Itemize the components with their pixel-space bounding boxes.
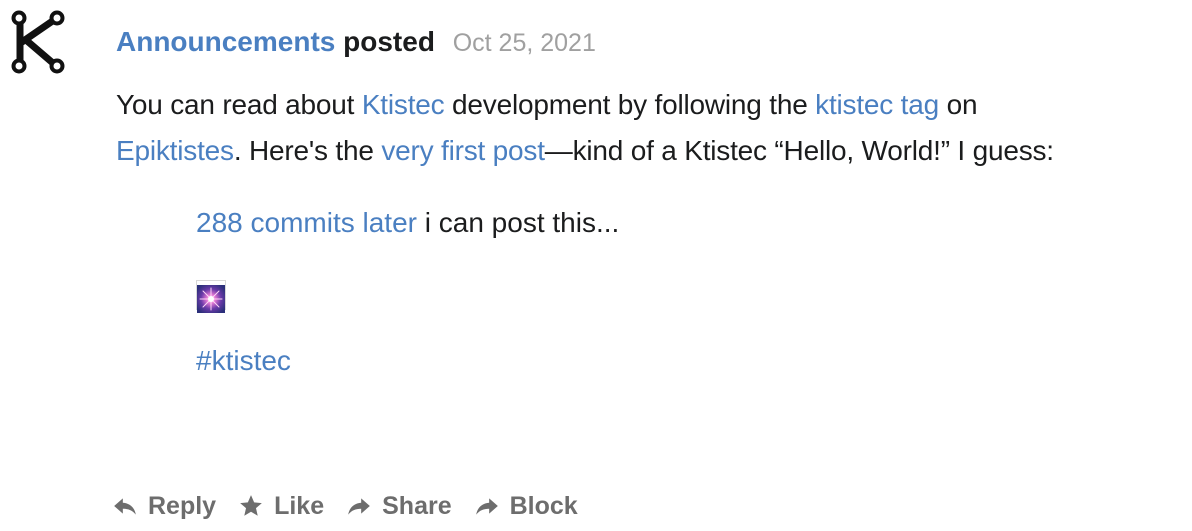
body-text: on — [939, 89, 978, 120]
block-icon — [475, 498, 498, 515]
epiktistes-link[interactable]: Epiktistes — [116, 135, 234, 166]
body-text: —kind of a Ktistec “Hello, World!” I gue… — [544, 135, 1054, 166]
quote-line: 288 commits later i can post this... — [196, 200, 1186, 246]
body-text: development by following the — [444, 89, 816, 120]
avatar[interactable] — [6, 10, 70, 74]
post-header: Announcements posted Oct 25, 2021 — [116, 22, 1186, 63]
share-button[interactable]: Share — [346, 491, 452, 521]
commits-link[interactable]: 288 commits later — [196, 207, 417, 238]
emoji-line — [196, 270, 1186, 313]
like-label: Like — [274, 491, 325, 520]
ktistec-tag-link[interactable]: ktistec tag — [815, 89, 939, 120]
reply-button[interactable]: Reply — [112, 492, 216, 521]
sparkle-emoji-icon — [196, 279, 226, 313]
reply-label: Reply — [148, 491, 217, 520]
post-verb: posted — [343, 26, 435, 57]
first-post-link[interactable]: very first post — [381, 135, 545, 166]
post-body: You can read about Ktistec development b… — [116, 82, 1186, 174]
star-icon — [240, 495, 262, 516]
post-date[interactable]: Oct 25, 2021 — [453, 29, 596, 57]
share-icon — [348, 498, 370, 515]
author-link[interactable]: Announcements — [116, 26, 335, 57]
quoted-post: 288 commits later i can post this... #kt… — [196, 200, 1186, 384]
block-button[interactable]: Block — [474, 492, 578, 521]
share-label: Share — [382, 491, 452, 520]
post-content: Announcements posted Oct 25, 2021 You ca… — [116, 22, 1186, 384]
post-actions: Reply Like Share Block — [112, 486, 600, 526]
hashtag-link[interactable]: #ktistec — [196, 345, 291, 376]
body-text: . Here's the — [233, 135, 382, 166]
block-label: Block — [509, 491, 578, 520]
ktistec-link[interactable]: Ktistec — [362, 89, 445, 120]
body-text: You can read about — [116, 89, 362, 120]
hashtag-line: #ktistec — [196, 338, 1186, 384]
like-button[interactable]: Like — [238, 492, 324, 521]
ktistec-logo-icon — [11, 10, 65, 74]
reply-icon — [114, 498, 136, 515]
quote-text: i can post this... — [416, 207, 620, 238]
post-card: Announcements posted Oct 25, 2021 You ca… — [0, 0, 1192, 531]
